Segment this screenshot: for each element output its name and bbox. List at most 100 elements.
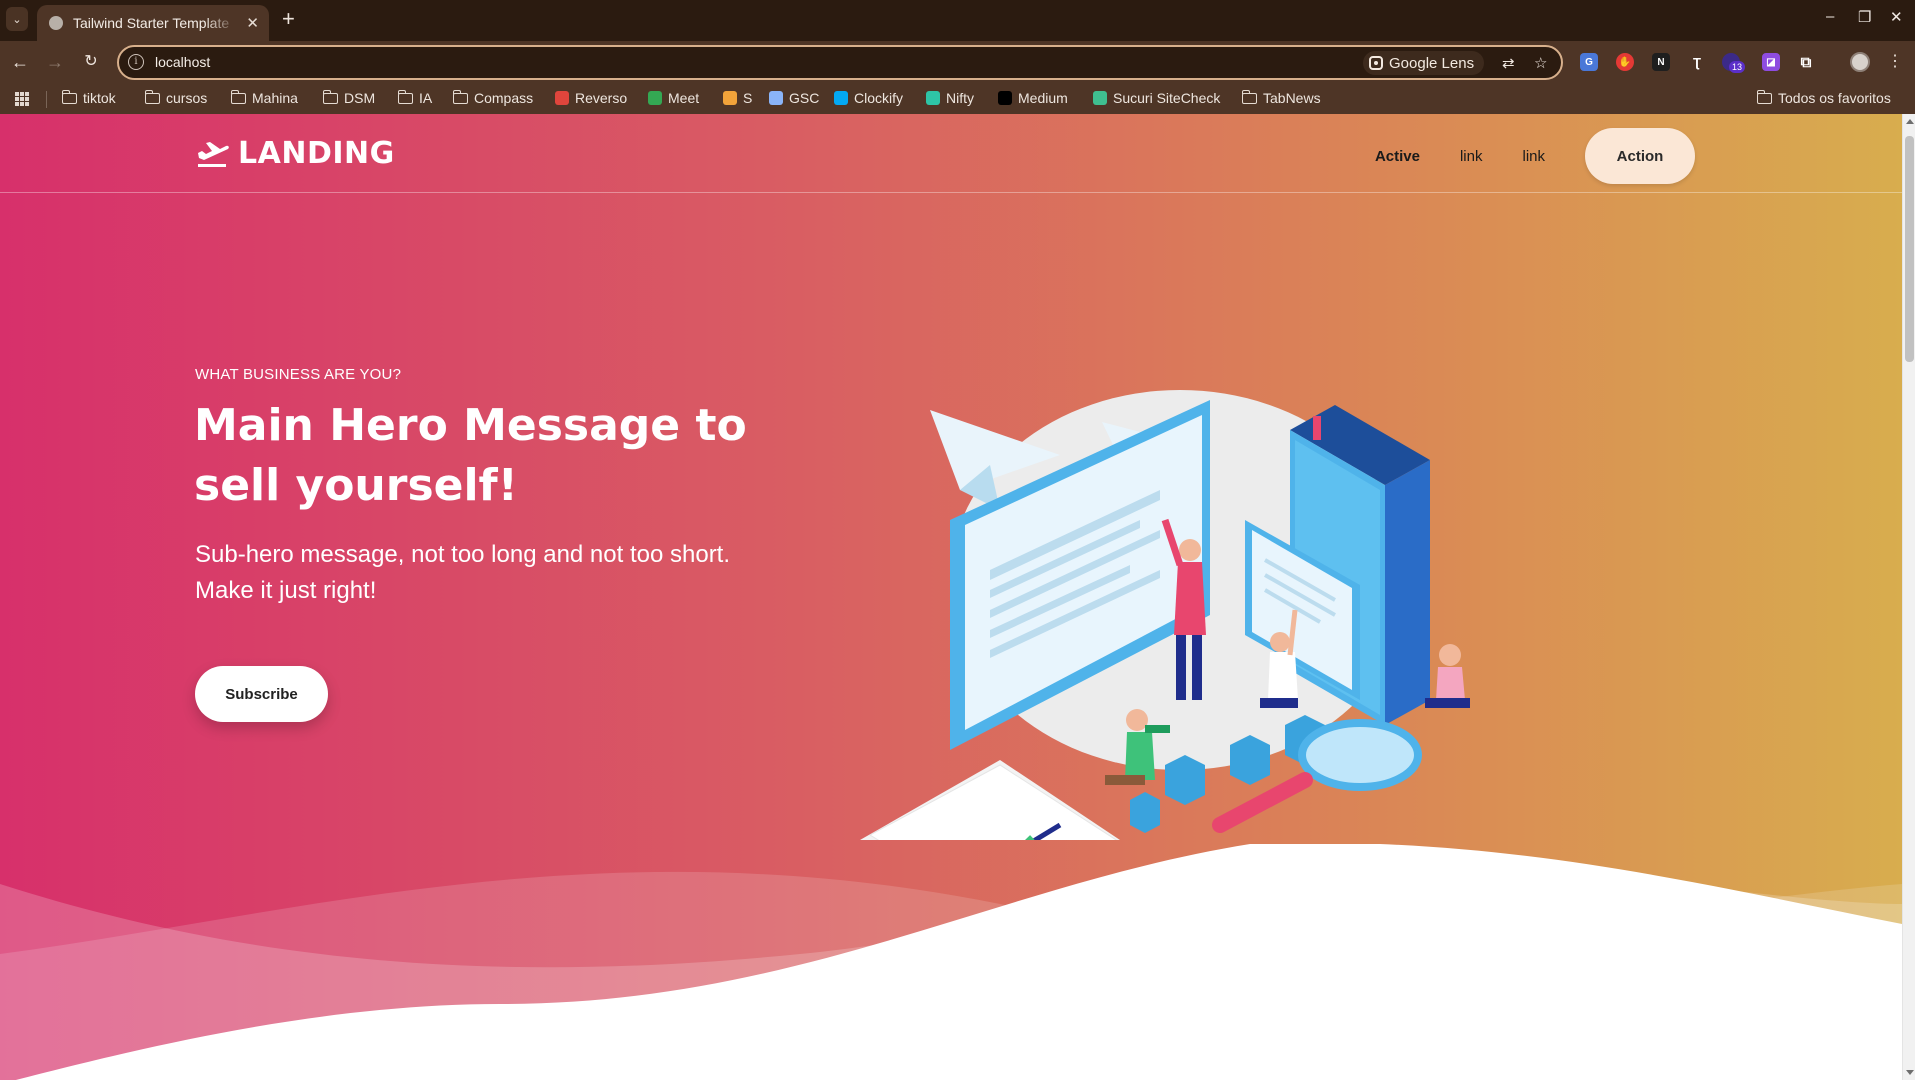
folder-icon <box>322 89 338 104</box>
site-header: LANDING Active link link Action <box>0 114 1902 193</box>
nav-link-2[interactable]: link <box>1502 148 1565 165</box>
address-text[interactable]: localhost <box>155 54 210 70</box>
bookmark-label: DSM <box>344 90 376 106</box>
google-lens-button[interactable]: Google Lens <box>1363 51 1485 75</box>
browser-tab-active[interactable]: Tailwind Starter Template ✕ <box>37 5 269 41</box>
logo-text: LANDING <box>238 136 395 171</box>
browser-tab-bar: ⌄ Tailwind Starter Template ✕ + – ❐ ✕ <box>0 0 1915 41</box>
globe-icon <box>49 16 63 30</box>
all-bookmarks-label: Todos os favoritos <box>1778 90 1891 106</box>
favicon-icon <box>723 91 737 105</box>
hero-waves <box>0 844 1902 1080</box>
new-tab-button[interactable]: + <box>282 7 295 31</box>
bookmark-label: Reverso <box>575 90 628 106</box>
bookmark-label: GSC <box>789 90 820 106</box>
bookmark-item[interactable]: Nifty <box>926 90 974 106</box>
nav-link-active[interactable]: Active <box>1355 148 1440 165</box>
bookmark-label: TabNews <box>1263 90 1321 106</box>
bookmark-label: Sucuri SiteCheck <box>1113 90 1221 106</box>
forward-button[interactable]: → <box>43 50 67 74</box>
lens-icon <box>1369 56 1383 70</box>
subscribe-button[interactable]: Subscribe <box>195 666 328 722</box>
nav-link-1[interactable]: link <box>1440 148 1503 165</box>
bookmark-label: S <box>743 90 753 106</box>
scroll-down-arrow[interactable] <box>1906 1070 1914 1075</box>
favicon-icon <box>769 91 783 105</box>
close-tab-icon[interactable]: ✕ <box>246 14 259 32</box>
profile-avatar[interactable] <box>1850 52 1870 72</box>
hero-title: Main Hero Message to sell yourself! <box>194 400 747 511</box>
extensions-puzzle-icon[interactable]: ⧉ <box>1797 53 1815 71</box>
favicon-icon <box>1093 91 1107 105</box>
translate-icon[interactable]: ⇄ <box>1502 54 1515 72</box>
text-extension-icon[interactable]: Ʈ <box>1688 53 1706 71</box>
bookmark-item[interactable]: DSM <box>322 89 376 106</box>
hero-illustration <box>860 390 1470 840</box>
folder-icon <box>230 89 246 104</box>
address-bar[interactable]: i localhost Google Lens ⇄ ☆ <box>117 45 1563 80</box>
bookmark-item[interactable]: Meet <box>648 90 699 106</box>
minimize-icon[interactable]: – <box>1826 8 1834 25</box>
bookmark-item[interactable]: Medium <box>998 90 1068 106</box>
landing-page: LANDING Active link link Action WHAT BUS… <box>0 114 1915 1080</box>
folder-icon <box>1241 89 1257 104</box>
bookmark-label: Mahina <box>252 90 298 106</box>
restore-icon[interactable]: ❐ <box>1858 8 1871 26</box>
bookmark-item[interactable]: IA <box>397 89 433 106</box>
folder-icon <box>1756 89 1772 104</box>
bookmarks-bar: tiktok cursos Mahina DSM IA Compass Reverso Mee… <box>0 84 1915 114</box>
bookmark-item[interactable]: TabNews <box>1241 89 1321 106</box>
browser-toolbar: ← → ↻ i localhost Google Lens ⇄ ☆ G ✋ N … <box>0 41 1915 84</box>
all-bookmarks-folder[interactable]: Todos os favoritos <box>1756 89 1891 106</box>
bookmark-item[interactable]: Reverso <box>555 90 627 106</box>
bookmark-item[interactable]: Clockify <box>834 90 903 106</box>
bookmark-item[interactable]: cursos <box>144 89 208 106</box>
bookmark-label: cursos <box>166 90 208 106</box>
bookmark-label: Meet <box>668 90 700 106</box>
reload-button[interactable]: ↻ <box>79 50 103 74</box>
folder-icon <box>452 89 468 104</box>
favicon-icon <box>834 91 848 105</box>
bookmark-item[interactable]: GSC <box>769 90 819 106</box>
scroll-up-arrow[interactable] <box>1906 119 1914 124</box>
close-window-icon[interactable]: ✕ <box>1890 8 1903 26</box>
back-button[interactable]: ← <box>8 50 32 74</box>
action-button[interactable]: Action <box>1585 128 1695 184</box>
browser-menu-icon[interactable]: ⋮ <box>1887 51 1903 71</box>
hero-eyebrow: WHAT BUSINESS ARE YOU? <box>195 366 402 383</box>
apps-grid-icon[interactable] <box>15 92 29 106</box>
bookmark-star-icon[interactable]: ☆ <box>1534 54 1547 72</box>
site-logo[interactable]: LANDING <box>196 136 395 171</box>
lens-label: Google Lens <box>1389 54 1475 72</box>
site-info-icon[interactable]: i <box>128 54 144 70</box>
bookmarks-divider <box>46 91 47 108</box>
scroll-thumb[interactable] <box>1905 136 1914 362</box>
bookmark-label: Compass <box>474 90 534 106</box>
favicon-icon <box>648 91 662 105</box>
bookmark-item[interactable]: Mahina <box>230 89 298 106</box>
page-scrollbar[interactable] <box>1902 114 1915 1080</box>
main-nav: Active link link Action <box>1355 128 1695 184</box>
tab-search-button[interactable]: ⌄ <box>6 7 28 31</box>
favicon-icon <box>926 91 940 105</box>
notion-extension-icon[interactable]: N <box>1652 53 1670 71</box>
bookmark-item[interactable]: tiktok <box>61 89 116 106</box>
bookmark-label: Medium <box>1018 90 1068 106</box>
bookmark-label: tiktok <box>83 90 116 106</box>
adblock-extension-icon[interactable]: ✋ <box>1616 53 1634 71</box>
bookmark-item[interactable]: Compass <box>452 89 534 106</box>
folder-icon <box>61 89 77 104</box>
bookmark-item[interactable]: Sucuri SiteCheck <box>1093 90 1220 106</box>
person-sitting-right <box>1425 644 1470 708</box>
extension-badge: 13 <box>1729 61 1746 73</box>
bookmark-item[interactable]: S <box>723 90 752 106</box>
favicon-icon <box>998 91 1012 105</box>
notebook-pencil-icon <box>860 760 1120 840</box>
folder-icon <box>144 89 160 104</box>
bookmark-label: Nifty <box>946 90 974 106</box>
google-translate-extension-icon[interactable]: G <box>1580 53 1598 71</box>
bookmark-label: IA <box>419 90 433 106</box>
bookmark-label: Clockify <box>854 90 904 106</box>
hero-subtitle: Sub-hero message, not too long and not t… <box>195 541 731 604</box>
purple-extension-icon[interactable]: ◪ <box>1762 53 1780 71</box>
